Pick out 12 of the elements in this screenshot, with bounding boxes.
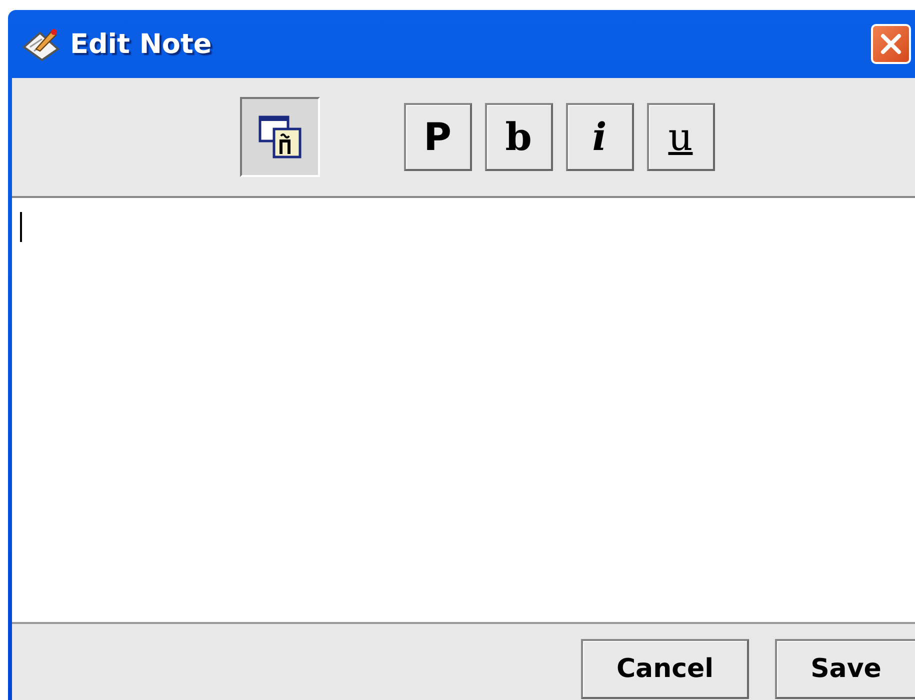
format-button[interactable]: u: [646, 103, 714, 171]
format-button[interactable]: P: [404, 103, 472, 171]
cancel-button[interactable]: Cancel: [581, 639, 749, 699]
note-pencil-icon: [22, 27, 60, 61]
save-button[interactable]: Save: [775, 639, 915, 699]
close-icon: [880, 33, 902, 55]
special-character-icon: [256, 114, 302, 160]
format-button[interactable]: b: [484, 103, 552, 171]
special-characters-button[interactable]: [240, 97, 320, 177]
close-button[interactable]: [871, 24, 911, 64]
window-title: Edit Note: [70, 28, 213, 60]
format-button[interactable]: i: [566, 103, 634, 171]
